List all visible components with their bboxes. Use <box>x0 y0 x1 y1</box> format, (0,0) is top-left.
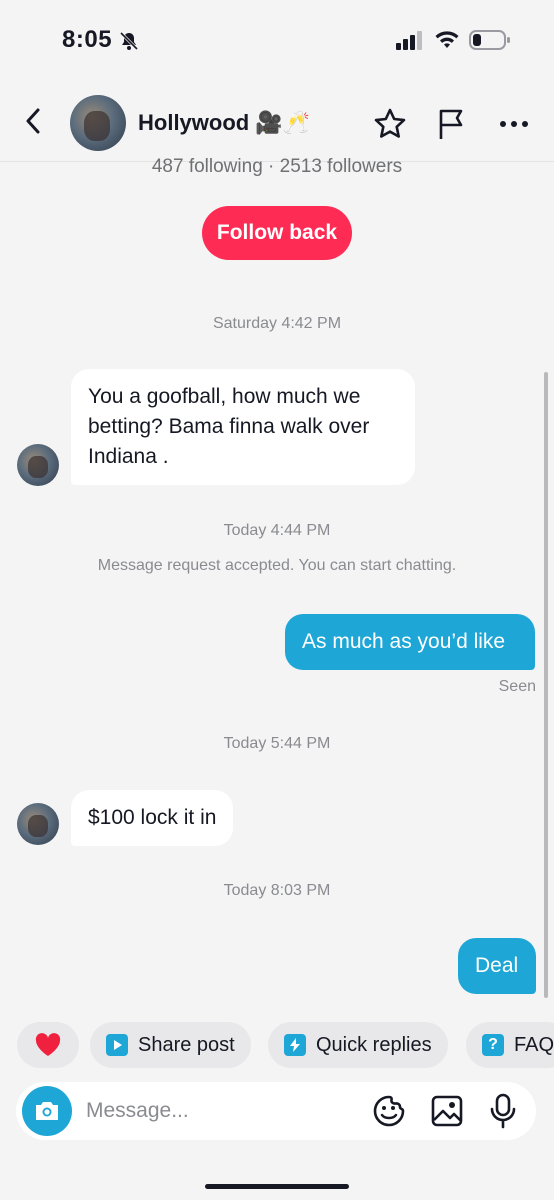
back-button[interactable] <box>16 104 50 138</box>
star-icon <box>374 108 406 138</box>
camera-button[interactable] <box>22 1086 72 1136</box>
microphone-button[interactable] <box>484 1092 522 1130</box>
timestamp: Today 8:03 PM <box>223 882 331 899</box>
more-options-button[interactable] <box>496 106 532 142</box>
follow-back-button[interactable]: Follow back <box>202 206 352 260</box>
sender-avatar[interactable] <box>17 444 59 486</box>
contact-name[interactable]: Hollywood 🎥🥂 <box>138 110 310 136</box>
back-icon <box>26 108 40 134</box>
camera-icon <box>36 1102 58 1120</box>
favorite-button[interactable] <box>372 106 408 142</box>
contact-name-text: Hollywood <box>138 110 250 135</box>
message-composer <box>16 1082 536 1140</box>
scrollbar[interactable] <box>544 372 548 998</box>
bell-slash-icon <box>118 30 140 52</box>
incoming-message[interactable]: $100 lock it in <box>71 790 234 846</box>
status-time: 8:05 <box>62 26 113 53</box>
timestamp: Today 4:44 PM <box>223 522 331 539</box>
seen-status: Seen <box>498 678 536 695</box>
quick-replies-label: Quick replies <box>316 1033 432 1056</box>
chat-header: Hollywood 🎥🥂 <box>0 82 554 162</box>
timestamp: Saturday 4:42 PM <box>212 315 342 332</box>
contact-name-emojis: 🎥🥂 <box>255 110 311 135</box>
system-message: Message request accepted. You can start … <box>97 557 457 574</box>
signal-icon <box>396 30 424 55</box>
status-bar: 8:05 <box>0 0 554 80</box>
heart-button[interactable] <box>17 1022 79 1068</box>
timestamp: Today 5:44 PM <box>223 735 331 752</box>
faq-label: FAQ <box>514 1033 554 1056</box>
share-post-icon <box>106 1034 128 1056</box>
image-icon <box>431 1095 463 1127</box>
flag-icon <box>439 109 463 139</box>
quick-actions-bar: Share post Quick replies ? FAQ <box>0 1022 554 1070</box>
message-input[interactable] <box>86 1092 356 1130</box>
image-button[interactable] <box>428 1092 466 1130</box>
battery-icon <box>469 29 511 56</box>
sticker-button[interactable] <box>370 1092 408 1130</box>
contact-avatar[interactable] <box>70 95 126 151</box>
faq-button[interactable]: ? FAQ <box>466 1022 554 1068</box>
wifi-icon <box>434 28 460 55</box>
sticker-icon <box>373 1095 405 1127</box>
outgoing-message[interactable]: As much as you’d like <box>285 614 535 670</box>
sender-avatar[interactable] <box>17 803 59 845</box>
follow-stats: 487 following · 2513 followers <box>151 156 403 177</box>
microphone-icon <box>490 1093 516 1129</box>
incoming-message[interactable]: You a goofball, how much we betting? Bam… <box>71 369 415 485</box>
report-button[interactable] <box>434 106 470 142</box>
faq-icon: ? <box>482 1034 504 1056</box>
heart-icon <box>35 1033 61 1056</box>
share-post-label: Share post <box>138 1033 235 1056</box>
quick-replies-icon <box>284 1034 306 1056</box>
more-icon <box>500 121 528 127</box>
share-post-button[interactable]: Share post <box>90 1022 251 1068</box>
home-indicator[interactable] <box>205 1184 349 1189</box>
outgoing-message[interactable]: Deal <box>458 938 536 994</box>
quick-replies-button[interactable]: Quick replies <box>268 1022 448 1068</box>
